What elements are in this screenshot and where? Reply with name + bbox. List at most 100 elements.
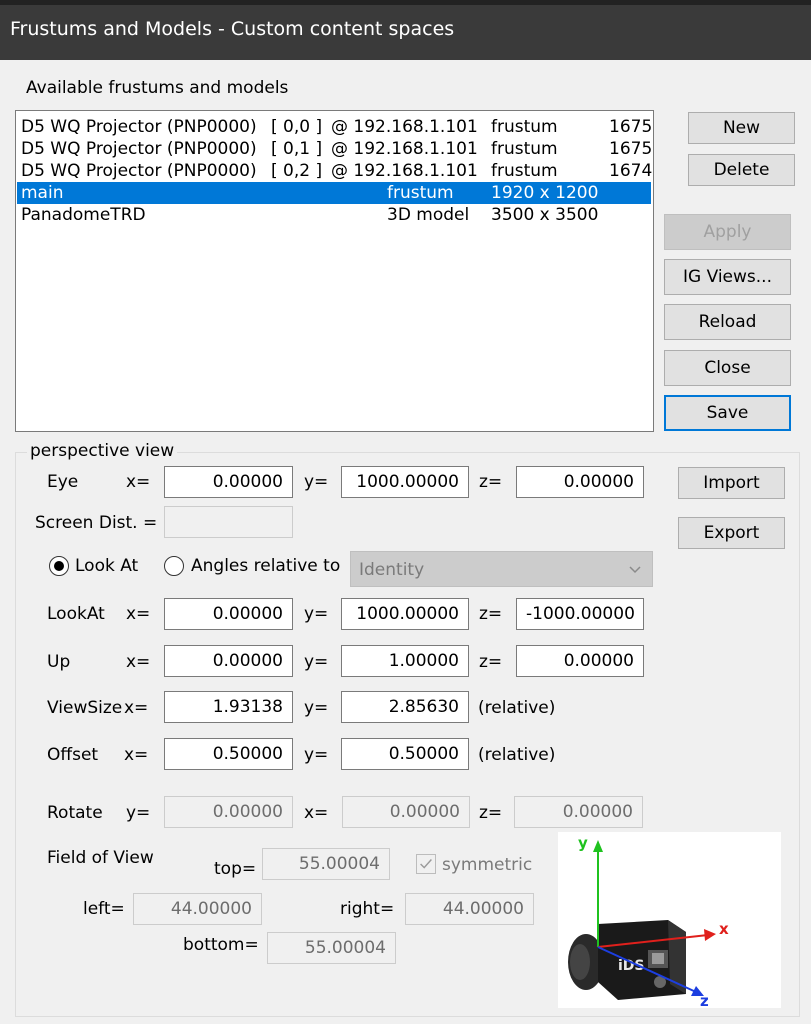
reload-button[interactable]: Reload — [664, 304, 791, 340]
camera-axes-graphic: iDS y x z — [568, 834, 729, 1010]
up-z-input[interactable] — [516, 645, 644, 677]
viewsize-y-label: y= — [304, 698, 329, 718]
row-name: D5 WQ Projector (PNP0000) — [21, 161, 257, 181]
rotate-x-input[interactable] — [342, 796, 470, 828]
chevron-down-icon — [629, 566, 641, 574]
lookat-y-label: y= — [304, 604, 329, 624]
up-x-label: x= — [126, 652, 151, 672]
rotate-z-label: z= — [479, 803, 503, 823]
perspective-group-title: perspective view — [27, 441, 178, 461]
import-button[interactable]: Import — [678, 467, 785, 499]
check-icon — [420, 859, 432, 869]
offset-x-label: x= — [124, 745, 149, 765]
row-name: PanadomeTRD — [21, 205, 146, 225]
z-axis-label: z — [700, 992, 709, 1008]
fov-bottom-input[interactable] — [267, 932, 396, 964]
eye-z-input[interactable] — [516, 466, 644, 498]
row-size: 3500 x 3500 — [491, 205, 599, 225]
screen-dist-input[interactable] — [164, 506, 293, 538]
row-size: 1674 — [609, 161, 653, 181]
x-axis-label: x — [719, 920, 729, 938]
fov-top-label: top= — [214, 859, 257, 879]
offset-x-input[interactable] — [164, 738, 293, 770]
angles-relative-radio[interactable] — [164, 556, 184, 576]
up-y-label: y= — [304, 652, 329, 672]
fov-label: Field of View — [47, 848, 154, 868]
symmetric-checkbox[interactable] — [416, 854, 436, 874]
rotate-x-label: x= — [304, 803, 329, 823]
rotate-label: Rotate — [47, 803, 103, 823]
row-index: [ 0,2 ] — [271, 161, 323, 181]
viewsize-x-label: x= — [124, 698, 149, 718]
row-address: @ 192.168.1.101 — [331, 161, 478, 181]
viewsize-y-input[interactable] — [341, 691, 469, 723]
up-z-label: z= — [479, 652, 503, 672]
title-bar: Frustums and Models - Custom content spa… — [0, 0, 811, 60]
lookat-x-label: x= — [126, 604, 151, 624]
row-address: @ 192.168.1.101 — [331, 139, 478, 159]
eye-z-label: z= — [479, 472, 503, 492]
frustum-model-list[interactable]: D5 WQ Projector (PNP0000) [ 0,0 ] @ 192.… — [15, 110, 654, 432]
angles-reference-dropdown[interactable]: Identity — [350, 551, 653, 587]
list-row[interactable]: D5 WQ Projector (PNP0000) [ 0,0 ] @ 192.… — [17, 116, 653, 138]
radio-selected-dot — [54, 561, 64, 571]
fov-right-input[interactable] — [405, 893, 534, 925]
y-axis-label: y — [578, 834, 588, 852]
eye-x-label: x= — [126, 472, 151, 492]
delete-button[interactable]: Delete — [688, 154, 795, 186]
symmetric-label: symmetric — [442, 855, 533, 875]
lookat-label: LookAt — [47, 604, 105, 624]
list-row-selected[interactable]: main frustum 1920 x 1200 — [17, 182, 651, 204]
eye-y-input[interactable] — [341, 466, 469, 498]
angles-reference-value: Identity — [359, 560, 425, 580]
offset-y-label: y= — [304, 745, 329, 765]
row-size: 1675 — [609, 117, 653, 137]
lookat-y-input[interactable] — [341, 598, 469, 630]
export-button[interactable]: Export — [678, 517, 785, 549]
list-row[interactable]: D5 WQ Projector (PNP0000) [ 0,1 ] @ 192.… — [17, 138, 652, 160]
up-label: Up — [47, 652, 71, 672]
list-row[interactable]: PanadomeTRD 3D model 3500 x 3500 — [17, 204, 651, 226]
rotate-z-input[interactable] — [514, 796, 643, 828]
row-type: frustum — [491, 139, 558, 159]
row-type: frustum — [387, 183, 454, 203]
title-bar-edge — [0, 0, 811, 5]
row-name: D5 WQ Projector (PNP0000) — [21, 117, 257, 137]
row-type: frustum — [491, 161, 558, 181]
fov-left-label: left= — [83, 899, 125, 919]
fov-top-input[interactable] — [262, 848, 390, 880]
offset-y-input[interactable] — [341, 738, 469, 770]
lookat-z-label: z= — [479, 604, 503, 624]
available-label: Available frustums and models — [26, 78, 289, 98]
fov-right-label: right= — [340, 899, 395, 919]
row-type: frustum — [491, 117, 558, 137]
apply-button[interactable]: Apply — [664, 214, 791, 250]
row-index: [ 0,0 ] — [271, 117, 323, 137]
x-axis-arrow — [704, 929, 716, 941]
eye-x-input[interactable] — [164, 466, 293, 498]
viewsize-x-input[interactable] — [164, 691, 293, 723]
fov-bottom-label: bottom= — [183, 935, 259, 955]
row-name: D5 WQ Projector (PNP0000) — [21, 139, 257, 159]
close-button[interactable]: Close — [664, 350, 791, 386]
screen-dist-label: Screen Dist. = — [35, 513, 158, 533]
list-row[interactable]: D5 WQ Projector (PNP0000) [ 0,2 ] @ 192.… — [17, 160, 653, 182]
row-size: 1920 x 1200 — [491, 183, 599, 203]
viewsize-label: ViewSize — [47, 698, 123, 718]
up-x-input[interactable] — [164, 645, 293, 677]
offset-label: Offset — [47, 745, 99, 765]
rotate-y-input[interactable] — [164, 796, 293, 828]
fov-left-input[interactable] — [133, 893, 262, 925]
row-address: @ 192.168.1.101 — [331, 117, 478, 137]
angles-relative-label: Angles relative to — [191, 556, 341, 576]
row-type: 3D model — [387, 205, 470, 225]
new-button[interactable]: New — [688, 112, 795, 144]
lookat-z-input[interactable] — [516, 598, 644, 630]
save-button[interactable]: Save — [664, 395, 791, 431]
camera-axes-preview: iDS y x z — [558, 832, 781, 1010]
up-y-input[interactable] — [341, 645, 469, 677]
ig-views-button[interactable]: IG Views... — [664, 259, 791, 295]
lookat-x-input[interactable] — [164, 598, 293, 630]
row-index: [ 0,1 ] — [271, 139, 323, 159]
look-at-radio[interactable] — [49, 556, 69, 576]
